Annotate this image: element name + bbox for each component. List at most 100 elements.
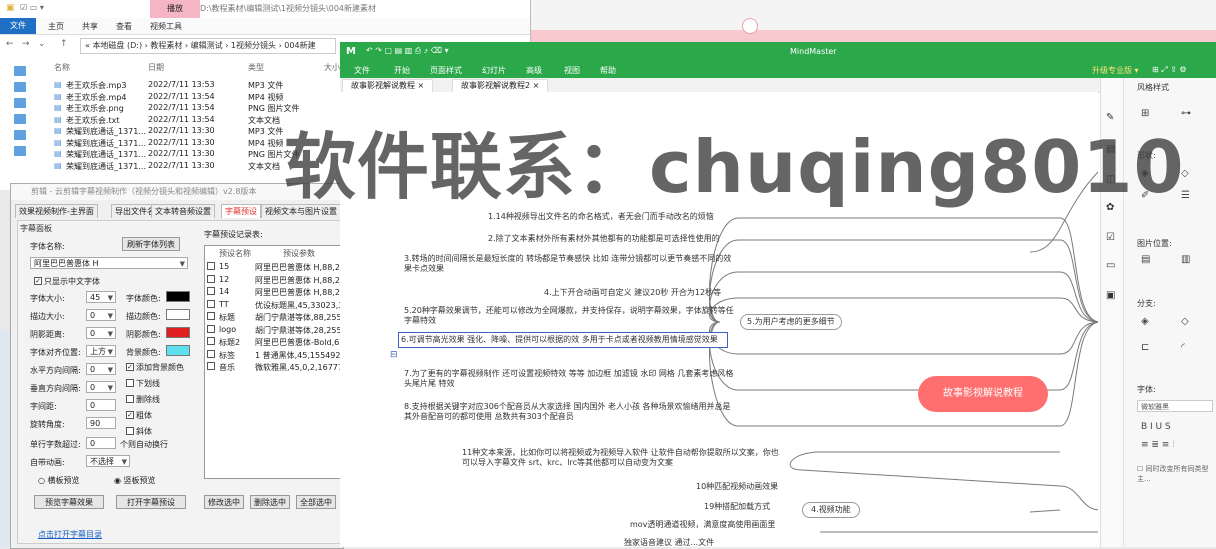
preset-row[interactable]: 15 阿里巴巴普惠体 H,88,255,2 bbox=[207, 262, 341, 273]
branch-fill-icon[interactable]: ◈ bbox=[1141, 316, 1149, 327]
preset-checkbox[interactable] bbox=[207, 262, 215, 270]
mm-menu-2[interactable]: 页面样式 bbox=[430, 65, 462, 76]
preset-checkbox[interactable] bbox=[207, 274, 215, 283]
preset-checkbox[interactable] bbox=[207, 312, 215, 320]
mm-menu-0[interactable]: 文件 bbox=[354, 65, 370, 76]
collapse-icon[interactable]: ⊟ bbox=[390, 350, 398, 360]
preset-row[interactable]: 12 阿里巴巴普惠体 H,88,255,2 bbox=[207, 274, 341, 286]
central-topic[interactable]: 故事影视解说教程 bbox=[918, 376, 1048, 412]
ribbon-video-tools[interactable]: 视频工具 bbox=[150, 21, 182, 32]
preset-checkbox[interactable] bbox=[207, 287, 215, 295]
ribbon-file[interactable]: 文件 bbox=[0, 18, 36, 34]
preset-checkbox[interactable] bbox=[207, 362, 215, 370]
open-preset-button[interactable]: 打开字幕预设 bbox=[116, 495, 186, 509]
tab-play[interactable]: 播放 bbox=[150, 0, 200, 18]
mm-menu-3[interactable]: 幻灯片 bbox=[482, 65, 506, 76]
text-align-icons[interactable]: ≡ ≣ ≡ ⫶ bbox=[1141, 440, 1174, 450]
only-chinese-checkbox[interactable]: ✓ bbox=[34, 277, 42, 285]
stroke-color-swatch[interactable] bbox=[166, 309, 190, 320]
mm-menu-5[interactable]: 视图 bbox=[564, 65, 580, 76]
column-date[interactable]: 日期 bbox=[148, 62, 164, 73]
preset-checkbox[interactable] bbox=[207, 337, 215, 345]
nav-folder-icon[interactable] bbox=[14, 98, 26, 108]
preset-row[interactable]: 音乐 微软雅黑,45,0,2,16777215 bbox=[207, 362, 341, 373]
ribbon-view[interactable]: 查看 bbox=[116, 21, 132, 32]
strikethrough-checkbox[interactable] bbox=[126, 395, 134, 403]
preset-row[interactable]: 标题2 阿里巴巴普惠体-Bold,65,16 bbox=[207, 337, 341, 348]
ribbon-share[interactable]: 共享 bbox=[82, 21, 98, 32]
connector-icon[interactable]: ⊏ bbox=[1141, 342, 1149, 353]
shadow-color-swatch[interactable] bbox=[166, 327, 190, 338]
font-family-select[interactable]: 微软雅黑 bbox=[1137, 400, 1213, 412]
task-icon[interactable]: ☑ bbox=[1106, 232, 1115, 243]
angle-input[interactable]: 90 bbox=[86, 417, 116, 429]
mindmap-topic[interactable]: 1.14种视频导出文件名的命名格式，者无会门而手动改名的烦恼 bbox=[488, 212, 714, 222]
mindmap-topic[interactable]: 3.转场的时间间隔长是最短长度的 转场都是节奏感快 比如 连带分镜都可以更节奏感… bbox=[404, 254, 734, 274]
delete-selected-button[interactable]: 删除选中 bbox=[250, 495, 290, 509]
nav-folder-icon[interactable] bbox=[14, 130, 26, 140]
bg-color-swatch[interactable] bbox=[166, 345, 190, 356]
mindmap-topic[interactable]: 19种搭配加载方式 bbox=[704, 502, 770, 512]
mindmap-topic-selected[interactable]: 6.可调节高光效果 强化、降噪、提供可以根据的效 多用于卡点或者视频教用情境感觉… bbox=[398, 332, 728, 348]
nav-folder-icon[interactable] bbox=[14, 114, 26, 124]
image-right-icon[interactable]: ▥ bbox=[1181, 254, 1190, 265]
chevron-down-icon[interactable]: ⌄ bbox=[38, 39, 46, 49]
preset-checkbox[interactable] bbox=[207, 349, 215, 358]
preset-row[interactable]: 标签 1 普通黑体,45,1554920,2,0 bbox=[207, 349, 341, 361]
doc-tab-1[interactable]: 故事影视解说教程 × bbox=[342, 79, 434, 93]
shadow-distance-select[interactable]: 0 ▼ bbox=[86, 327, 116, 339]
letter-spacing-input[interactable]: 0 bbox=[86, 399, 116, 411]
mindmap-topic[interactable]: 4.上下开合动画可自定义 建议20秒 开合为12秒等 bbox=[544, 288, 721, 298]
modify-selected-button[interactable]: 修改选中 bbox=[204, 495, 244, 509]
up-icon[interactable]: ↑ bbox=[60, 39, 68, 49]
preset-row[interactable]: 14 阿里巴巴普惠体 H,88,255,2 bbox=[207, 287, 341, 298]
tool-tab-3[interactable]: 字幕预设 bbox=[221, 204, 261, 218]
mm-menu-1[interactable]: 开始 bbox=[394, 65, 410, 76]
font-color-swatch[interactable] bbox=[166, 291, 190, 302]
calendar-icon[interactable]: ▣ bbox=[1106, 290, 1115, 301]
bold-checkbox[interactable]: ✓ bbox=[126, 411, 134, 419]
mm-quick-toolbar[interactable]: ↶ ↷ ▢ ▤ ▥ ⎙ ⤴ ⌫ ▾ bbox=[366, 46, 449, 56]
stroke-size-select[interactable]: 0 ▼ bbox=[86, 309, 116, 321]
preset-checkbox[interactable] bbox=[207, 324, 215, 333]
mindmap-topic[interactable]: 2.除了文本素材外所有素材外其他都有的功能都是可选择性使用的 bbox=[488, 234, 720, 244]
address-input[interactable]: « 本地磁盘 (D:) › 教程素材 › 编辑测试 › 1视频分镜头 › 004… bbox=[80, 38, 336, 54]
curve-icon[interactable]: ◜ bbox=[1181, 342, 1185, 353]
font-select[interactable]: 阿里巴巴普惠体 H ▼ bbox=[30, 257, 188, 269]
mindmap-topic[interactable]: 7.为了更有的字幕视频制作 还可设置视频特效 等等 加边框 加滤镜 水印 网格 … bbox=[404, 369, 734, 389]
preset-row[interactable]: logo 胡门宁鼎湛等体,28,255,3 bbox=[207, 324, 341, 336]
select-all-button[interactable]: 全部选中 bbox=[296, 495, 336, 509]
text-format-icons[interactable]: B I U S bbox=[1141, 422, 1171, 432]
tool-tab-2[interactable]: 文本转音频设置 bbox=[151, 204, 215, 218]
mindmap-topic[interactable]: mov透明通道视频，满意度高使用画面里 bbox=[630, 520, 775, 530]
wrap-input[interactable]: 0 bbox=[86, 437, 116, 449]
nav-folder-icon[interactable] bbox=[14, 82, 26, 92]
landscape-preview-radio[interactable]: ○ 横板预览 bbox=[38, 475, 80, 486]
animation-select[interactable]: 不选择 ▼ bbox=[86, 455, 130, 467]
underline-checkbox[interactable] bbox=[126, 379, 134, 387]
mindmap-topic[interactable]: 5.20种字幕效果调节，还能可以修改为全网爆款，并支持保存，说明字幕效果，字体旋… bbox=[404, 306, 734, 326]
forward-icon[interactable]: → bbox=[22, 39, 30, 49]
note-icon[interactable]: ▭ bbox=[1106, 260, 1115, 271]
preset-list[interactable]: 预设名称 预设参数 15 阿里巴巴普惠体 H,88,255,2 12 阿里巴巴普惠体 … bbox=[204, 245, 342, 479]
mindmap-topic[interactable]: 10种匹配视频动画效果 bbox=[696, 482, 778, 492]
mm-window-icons[interactable]: ⊞ ⤢ ⇪ ⚙ bbox=[1152, 65, 1187, 75]
column-type[interactable]: 类型 bbox=[248, 62, 264, 73]
preset-row[interactable]: 标题 胡门宁鼎湛等体,88,255,8,1 bbox=[207, 312, 341, 323]
italic-checkbox[interactable] bbox=[126, 427, 134, 435]
mm-menu-4[interactable]: 高级 bbox=[526, 65, 542, 76]
portrait-preview-radio[interactable]: ◉ 竖板预览 bbox=[114, 475, 156, 486]
nav-folder-icon[interactable] bbox=[14, 66, 26, 76]
back-icon[interactable]: ← bbox=[6, 39, 14, 49]
bg-color-checkbox[interactable]: ✓ bbox=[126, 363, 134, 371]
doc-tab-2[interactable]: 故事影视解说教程2 × bbox=[452, 79, 549, 93]
upgrade-button[interactable]: 升级专业版 ▾ bbox=[1092, 65, 1139, 76]
ribbon-home[interactable]: 主页 bbox=[48, 21, 64, 32]
nav-folder-icon[interactable] bbox=[14, 146, 26, 156]
quick-access-icons[interactable]: ☑ ▭ ▾ bbox=[20, 3, 44, 12]
preview-effect-button[interactable]: 预览字幕效果 bbox=[34, 495, 104, 509]
mm-menu-6[interactable]: 帮助 bbox=[600, 65, 616, 76]
preset-checkbox[interactable] bbox=[207, 299, 215, 308]
column-name[interactable]: 名称 bbox=[54, 62, 70, 73]
mindmap-topic[interactable]: 独家语音建议 通过...文件 bbox=[624, 538, 714, 547]
